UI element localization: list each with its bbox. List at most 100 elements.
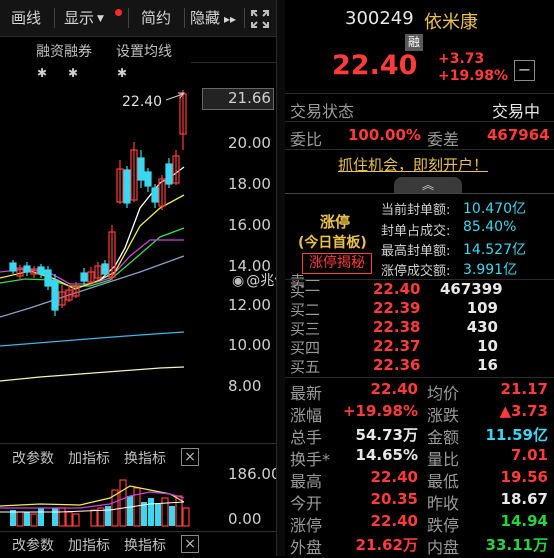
limit-row-label: 最高封单额: <box>381 244 451 259</box>
buy-level-price: 22.37 <box>373 337 421 355</box>
close-icon[interactable]: × <box>181 535 199 553</box>
quote-value: 33.11万 <box>485 536 548 554</box>
volume-axis-tick: 186.00 <box>228 465 281 483</box>
axis-tick: 16.00 <box>228 216 271 234</box>
collapse-tab[interactable]: ︽ <box>394 177 462 193</box>
buy-level-label: 买五 <box>290 358 321 376</box>
hide-label: 隐藏 <box>190 9 221 27</box>
buy-level-price: 22.36 <box>373 356 421 374</box>
event-marker[interactable]: ✱ <box>37 66 47 80</box>
margin-trading-button[interactable]: 融资融券 <box>36 41 92 61</box>
buy-level-label: 买二 <box>290 301 321 319</box>
quote-label: 最新 <box>290 384 323 403</box>
commission-diff-label: 委差 <box>427 130 460 149</box>
ma-settings-button[interactable]: 设置均线 <box>116 41 172 61</box>
quote-label: 总手 <box>290 428 323 447</box>
buy-level-volume: 467399 <box>440 280 503 298</box>
axis-tick: 8.00 <box>228 377 262 395</box>
event-marker[interactable]: ✱ <box>68 66 78 80</box>
add-indicator-button[interactable]: 加指标 <box>68 448 110 468</box>
quote-label: 最高 <box>290 472 323 491</box>
divider <box>285 149 554 150</box>
buy-level-label: 买一 <box>290 282 321 300</box>
divider <box>285 193 554 194</box>
quote-label: 涨跌 <box>427 406 460 425</box>
limit-up-sub: (今日首板) <box>298 235 367 251</box>
quote-value: 22.40 <box>370 380 418 398</box>
collapse-button[interactable]: − <box>514 60 535 81</box>
quote-value: 22.40 <box>370 512 418 530</box>
quote-value: 7.01 <box>510 446 548 464</box>
commission-ratio-value: 100.00% <box>348 126 421 144</box>
notification-dot <box>115 9 122 16</box>
quote-label: 昨收 <box>427 494 460 513</box>
divider <box>285 121 554 122</box>
change-params-button[interactable]: 改参数 <box>12 448 54 468</box>
kline-chart[interactable] <box>0 80 228 440</box>
margin-badge: 融 <box>405 34 423 51</box>
buy-level-label: 买三 <box>290 320 321 338</box>
commission-ratio-label: 委比 <box>290 130 323 149</box>
quote-label: 金额 <box>427 428 460 447</box>
quote-value: 22.40 <box>370 468 418 486</box>
add-indicator-button[interactable]: 加指标 <box>68 535 110 555</box>
current-price: 22.40 <box>332 50 418 81</box>
quote-label: 最低 <box>427 472 460 491</box>
quote-label: 今开 <box>290 494 323 513</box>
toolbar-divider <box>128 8 129 28</box>
volume-chart[interactable] <box>0 468 228 528</box>
axis-tick: 12.00 <box>228 296 271 314</box>
status-label: 交易状态 <box>290 102 355 121</box>
quote-value: ▲3.73 <box>499 402 548 420</box>
close-icon[interactable]: × <box>181 448 199 466</box>
toolbar-divider <box>244 8 245 28</box>
quote-label: 跌停 <box>427 516 460 535</box>
quote-value: 14.65% <box>355 446 418 464</box>
stock-code: 300249 <box>345 8 414 29</box>
buy-level-price: 22.40 <box>373 280 421 298</box>
buy-level-label: 买四 <box>290 339 321 357</box>
limit-row-value: 3.991亿 <box>463 262 518 278</box>
hide-button[interactable]: 隐藏 ▸▸ <box>190 6 244 30</box>
promo-link[interactable]: 抓住机会，即刻开户！ <box>338 154 488 175</box>
divider <box>0 531 276 532</box>
buy-level-price: 22.39 <box>373 299 421 317</box>
status-value: 交易中 <box>492 102 541 121</box>
quote-value: 21.62万 <box>355 536 418 554</box>
quote-value: 11.59亿 <box>485 426 548 444</box>
axis-tick: 10.00 <box>228 336 271 354</box>
weibo-icon: ◉ <box>232 273 245 289</box>
quote-value: 21.17 <box>500 380 548 398</box>
divider <box>0 443 276 444</box>
expand-icon[interactable] <box>249 8 271 30</box>
buy-level-price: 22.38 <box>373 318 421 336</box>
quote-value: 54.73万 <box>355 426 418 444</box>
toolbar-divider <box>184 8 185 28</box>
toolbar-divider <box>54 8 55 28</box>
buy-level-volume: 10 <box>477 337 498 355</box>
price-change: +3.73 <box>438 51 485 67</box>
double-arrow-icon: ▸▸ <box>224 12 237 26</box>
current-price-tick: 21.66 <box>228 89 271 107</box>
quote-value: 18.67 <box>500 490 548 508</box>
limit-row-value: 10.470亿 <box>463 201 526 217</box>
switch-indicator-button[interactable]: 换指标 <box>124 448 166 468</box>
chart-toolbar: 画线 显示 ▼ 简约 隐藏 ▸▸ <box>0 0 280 37</box>
limit-row-label: 封单占成交: <box>381 224 451 239</box>
quote-label: 外盘 <box>290 538 323 557</box>
limit-up-title: 涨停 <box>320 213 351 231</box>
divider <box>285 377 554 378</box>
quote-label: 均价 <box>427 384 460 403</box>
change-params-button[interactable]: 改参数 <box>12 535 54 555</box>
quote-value: +19.98% <box>342 402 418 420</box>
quote-label: 换手* <box>290 450 331 469</box>
display-button[interactable]: 显示 ▼ <box>62 6 106 30</box>
display-label: 显示 <box>64 9 95 27</box>
stock-name: 依米康 <box>424 12 478 33</box>
draw-line-button[interactable]: 画线 <box>6 6 46 30</box>
switch-indicator-button[interactable]: 换指标 <box>124 535 166 555</box>
event-marker[interactable]: ✱ <box>117 66 127 80</box>
axis-tick: 18.00 <box>228 175 271 193</box>
simple-mode-button[interactable]: 简约 <box>136 6 176 30</box>
header-divider <box>191 62 276 63</box>
